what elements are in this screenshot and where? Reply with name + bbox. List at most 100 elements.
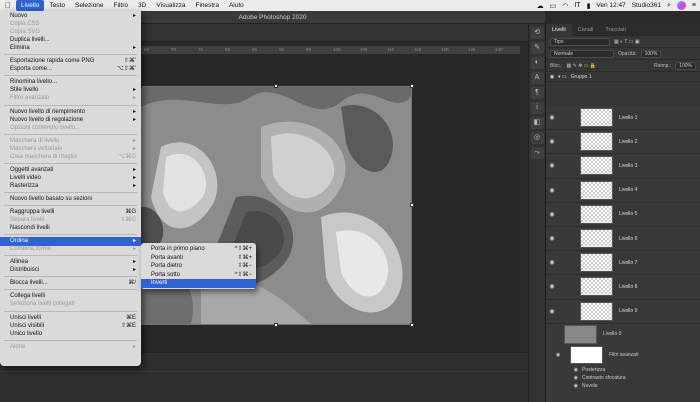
layer-row[interactable]: ◉ Livello 3: [546, 154, 700, 179]
layer-name[interactable]: Livello 2: [619, 139, 637, 145]
layer-name[interactable]: Livello 0: [603, 331, 621, 337]
info-icon[interactable]: i: [530, 102, 544, 114]
menu-item[interactable]: Nuovo livello basato su sezioni: [0, 195, 141, 204]
eye-icon[interactable]: ◉: [546, 74, 558, 80]
layer-row[interactable]: ◉ Livello 5: [546, 203, 700, 227]
layer-row[interactable]: ◉ Livello 6: [546, 227, 700, 252]
adjust-icon[interactable]: ◐: [530, 57, 544, 69]
menu-item[interactable]: Distribuisci ▸: [0, 266, 141, 275]
tab-tracciati[interactable]: Tracciati: [599, 24, 632, 36]
submenu-item[interactable]: Porta sotto ^⇧⌘−: [141, 271, 256, 280]
submenu-item[interactable]: Inverti: [141, 279, 256, 288]
user-name[interactable]: Studio361: [632, 2, 661, 9]
layer-name[interactable]: Livello 5: [619, 211, 637, 217]
display-icon[interactable]: ▭: [550, 2, 557, 10]
menu-item[interactable]: Rasterizza ▸: [0, 182, 141, 191]
eye-icon[interactable]: ◉: [546, 187, 558, 194]
layer-row[interactable]: ◉ Livello 1: [546, 106, 700, 131]
filter-row[interactable]: ◉ Posterizza: [546, 366, 700, 374]
layer-name[interactable]: Livello 4: [619, 187, 637, 193]
search-icon[interactable]: ⌕: [667, 2, 671, 10]
menu-testo[interactable]: Testo: [44, 0, 70, 11]
submenu-item[interactable]: Porta in primo piano ^⇧⌘+: [141, 245, 256, 254]
paths-icon[interactable]: ⤳: [530, 147, 544, 159]
paragraph-icon[interactable]: ¶: [530, 87, 544, 99]
menu-filtro[interactable]: Filtro: [109, 0, 133, 11]
transform-handle[interactable]: [410, 203, 414, 207]
menu-item[interactable]: Elimina ▸: [0, 44, 141, 53]
fill-field[interactable]: 100%: [675, 61, 696, 70]
transform-handle[interactable]: [410, 84, 414, 88]
menu-selezione[interactable]: Selezione: [70, 0, 109, 11]
layer-name[interactable]: Livello 8: [619, 284, 637, 290]
eye-icon[interactable]: ◉: [546, 375, 582, 381]
transform-handle[interactable]: [274, 323, 278, 327]
eye-icon[interactable]: ◉: [546, 352, 570, 358]
tab-canali[interactable]: Canali: [572, 24, 600, 36]
layer-row[interactable]: ◉ Livello 9: [546, 300, 700, 324]
layer-name[interactable]: Livello 3: [619, 163, 637, 169]
battery-icon[interactable]: ▮: [587, 2, 591, 10]
layer-row[interactable]: ◉ Livello 8: [546, 275, 700, 300]
brush-icon[interactable]: ✎: [530, 42, 544, 54]
tab-livelli[interactable]: Livelli: [546, 24, 572, 36]
menu-item[interactable]: Unico livello: [0, 330, 141, 339]
eye-icon[interactable]: ◉: [546, 138, 558, 145]
layer-row[interactable]: ◉ Livello 2: [546, 130, 700, 155]
creative-cloud-icon[interactable]: ☁: [537, 2, 544, 10]
layer-name[interactable]: Livello 1: [619, 115, 637, 121]
group-name[interactable]: Gruppo 1: [571, 74, 592, 80]
layer-name[interactable]: Livello 7: [619, 260, 637, 266]
filter-icons[interactable]: ▦ ◐ T ▭ ▣: [614, 39, 640, 45]
eye-icon[interactable]: ◉: [546, 367, 582, 373]
layer-name[interactable]: Livello 9: [619, 308, 637, 314]
flag-icon[interactable]: IT: [574, 2, 580, 9]
menu-item[interactable]: Esporta come... ⌥⇧⌘': [0, 65, 141, 74]
filter-row[interactable]: ◉ Nuvole: [546, 382, 700, 390]
blend-mode-select[interactable]: Normale: [550, 49, 614, 58]
transform-handle[interactable]: [274, 84, 278, 88]
menu-visualizza[interactable]: Visualizza: [151, 0, 190, 11]
menu-separator: [4, 205, 137, 206]
control-center-icon[interactable]: ≡: [692, 2, 696, 9]
text-icon[interactable]: A: [530, 72, 544, 84]
group-row[interactable]: ◉ ▾ ▭ Gruppo 1: [546, 72, 700, 82]
layer-name[interactable]: Livello 6: [619, 236, 637, 242]
wifi-icon[interactable]: ◠: [562, 2, 568, 10]
menu-livello[interactable]: Livello: [16, 0, 45, 11]
filter-name[interactable]: Contrasto sfocatura: [582, 375, 626, 381]
menu-3d[interactable]: 3D: [133, 0, 151, 11]
layer-row[interactable]: ◉ Livello 4: [546, 179, 700, 203]
filter-row[interactable]: ◉ Contrasto sfocatura: [546, 374, 700, 382]
eye-icon[interactable]: ◉: [546, 283, 558, 290]
opacity-field[interactable]: 100%: [640, 49, 662, 58]
clock[interactable]: Ven 12:47: [596, 2, 625, 9]
eye-icon[interactable]: ◉: [546, 114, 558, 121]
menu-item[interactable]: Blocca livelli... ⌘/: [0, 279, 141, 288]
siri-icon[interactable]: [676, 1, 686, 10]
eye-icon[interactable]: ◉: [546, 211, 558, 218]
smart-filters-row[interactable]: ◉ Filtri avanzati: [546, 344, 700, 366]
filter-name[interactable]: Posterizza: [582, 367, 605, 373]
eye-icon[interactable]: ◉: [546, 259, 558, 266]
menu-aiuto[interactable]: Aiuto: [224, 0, 249, 11]
eye-icon[interactable]: ◉: [546, 383, 582, 389]
eye-icon[interactable]: ◉: [546, 308, 558, 315]
filter-name[interactable]: Nuvole: [582, 383, 598, 389]
filter-select[interactable]: Tipo: [550, 37, 610, 46]
layer-row[interactable]: ◉ Livello 7: [546, 251, 700, 276]
menu-finestra[interactable]: Finestra: [190, 0, 223, 11]
lock-icons[interactable]: ▦ ✎ ✥ ▭ 🔒: [567, 63, 597, 69]
eye-icon[interactable]: ◉: [546, 235, 558, 242]
channels-icon[interactable]: ◎: [530, 132, 544, 144]
transform-handle[interactable]: [410, 323, 414, 327]
layers-icon[interactable]: ◧: [530, 117, 544, 129]
eye-icon[interactable]: ◉: [546, 162, 558, 169]
apple-icon[interactable]: : [0, 1, 16, 10]
history-icon[interactable]: ⟲: [530, 27, 544, 39]
submenu-item[interactable]: Porta avanti ⇧⌘+: [141, 254, 256, 263]
layer-row[interactable]: Livello 0: [546, 324, 700, 344]
submenu-item[interactable]: Porta dietro ⇧⌘−: [141, 262, 256, 271]
menu-item[interactable]: Nascondi livelli: [0, 224, 141, 233]
canvas[interactable]: [138, 84, 414, 327]
